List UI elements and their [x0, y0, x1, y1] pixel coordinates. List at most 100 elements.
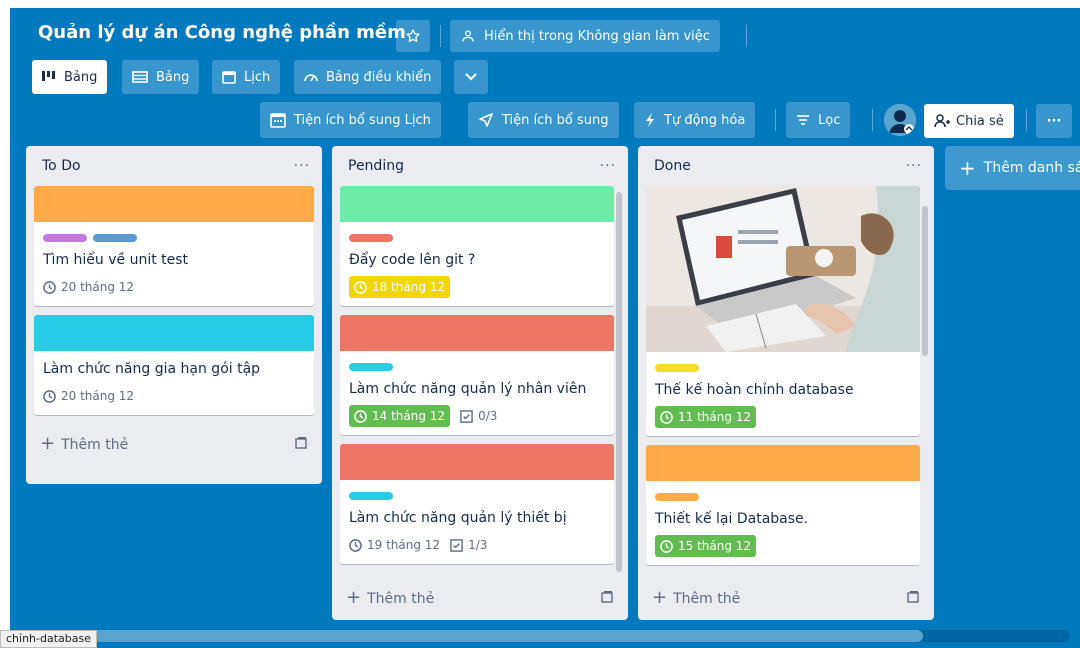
checklist-count: 0/3: [478, 409, 498, 423]
board-title[interactable]: Quản lý dự án Công nghệ phần mềm: [38, 22, 406, 43]
board: Quản lý dự án Công nghệ phần mềm Hiển th…: [10, 8, 1080, 648]
due-date-badge[interactable]: 19 tháng 12: [349, 534, 440, 556]
view-tab-table[interactable]: Bảng: [122, 60, 200, 94]
list-header[interactable]: Done ···: [638, 146, 934, 186]
card-label[interactable]: [43, 234, 87, 242]
view-tab-label: Lịch: [244, 69, 271, 85]
add-card-button[interactable]: + Thêm thẻ: [638, 578, 934, 616]
clock-icon: [43, 280, 56, 294]
card-title: Làm chức năng gia hạn gói tập: [43, 361, 261, 377]
add-card-label: Thêm thẻ: [673, 590, 741, 607]
card-label[interactable]: [93, 234, 137, 242]
star-icon: [406, 29, 420, 42]
view-tab-board[interactable]: Bảng: [32, 60, 108, 94]
powerups-label: Tiện ích bổ sung: [502, 112, 609, 128]
automation-button[interactable]: Tự động hóa: [634, 102, 756, 138]
card-label[interactable]: [349, 234, 393, 242]
card-template-icon[interactable]: [600, 590, 614, 604]
card-label[interactable]: [655, 364, 699, 372]
due-date-badge[interactable]: 20 tháng 12: [43, 276, 134, 298]
list-scrollbar[interactable]: [616, 192, 622, 572]
card-cover: [340, 444, 614, 480]
list-menu-icon[interactable]: ···: [294, 158, 310, 174]
list-title[interactable]: Pending: [348, 158, 404, 174]
card[interactable]: Thế kế hoàn chỉnh database 11 tháng 12: [646, 186, 920, 436]
checklist-badge: 1/3: [450, 534, 487, 556]
views-dropdown-button[interactable]: [454, 60, 488, 94]
view-tab-dashboard[interactable]: Bảng điều khiển: [294, 60, 442, 94]
automation-label: Tự động hóa: [664, 112, 746, 128]
card-label[interactable]: [349, 492, 393, 500]
view-tab-calendar[interactable]: Lịch: [212, 60, 281, 94]
card-template-icon[interactable]: [906, 590, 920, 604]
dashboard-icon: [304, 74, 318, 82]
filter-icon: [797, 115, 809, 125]
card-title: Tìm hiểu về unit test: [43, 252, 189, 268]
list-menu-icon[interactable]: ···: [906, 158, 922, 174]
plus-icon: +: [40, 432, 56, 454]
avatar[interactable]: [884, 104, 916, 136]
more-icon: ···: [1046, 113, 1062, 129]
visibility-button[interactable]: Hiển thị trong Không gian làm việc: [450, 20, 720, 52]
card[interactable]: Làm chức năng quản lý thiết bị 19 tháng …: [340, 444, 614, 564]
due-date-badge[interactable]: 11 tháng 12: [655, 406, 757, 428]
card[interactable]: Làm chức năng gia hạn gói tập 20 tháng 1…: [34, 315, 314, 415]
add-card-label: Thêm thẻ: [367, 590, 435, 607]
add-card-label: Thêm thẻ: [61, 436, 129, 453]
list-menu-icon[interactable]: ···: [600, 158, 616, 174]
clock-icon: [349, 538, 362, 552]
due-date-badge[interactable]: 20 tháng 12: [43, 385, 134, 407]
card-title: Thiết kế lại Database.: [655, 511, 809, 527]
board-scrollbar-thumb[interactable]: [10, 630, 923, 642]
powerups-button[interactable]: Tiện ích bổ sung: [468, 102, 619, 138]
clock-icon: [660, 539, 673, 553]
clock-icon: [354, 280, 367, 294]
calendar-powerup-button[interactable]: Tiện ích bổ sung Lịch: [260, 102, 441, 138]
clock-icon: [354, 409, 367, 423]
list-title[interactable]: Done: [654, 158, 691, 174]
card-label[interactable]: [655, 493, 699, 501]
rocket-icon: [479, 113, 493, 127]
due-date-text: 20 tháng 12: [61, 389, 135, 403]
list-pending: Pending ··· Đẩy code lên git ? 18 tháng …: [332, 146, 628, 620]
due-date-badge[interactable]: 14 tháng 12: [349, 405, 451, 427]
card-label[interactable]: [349, 363, 393, 371]
share-button[interactable]: Chia sẻ: [924, 104, 1014, 138]
due-date-badge[interactable]: 18 tháng 12: [349, 276, 451, 298]
view-tab-label: Bảng: [64, 69, 98, 85]
calendar-icon: [222, 71, 236, 84]
calendar-icon: [270, 113, 286, 128]
share-label: Chia sẻ: [956, 113, 1004, 129]
view-tab-label: Bảng: [156, 69, 190, 85]
plus-icon: +: [652, 586, 668, 608]
filter-button[interactable]: Lọc: [786, 102, 851, 138]
checklist-badge: 0/3: [460, 405, 497, 427]
table-icon: [132, 71, 148, 83]
list-scrollbar[interactable]: [922, 206, 928, 356]
view-tab-label: Bảng điều khiển: [326, 69, 432, 85]
due-date-text: 19 tháng 12: [367, 538, 441, 552]
add-card-button[interactable]: + Thêm thẻ: [332, 578, 628, 616]
due-date-badge[interactable]: 15 tháng 12: [655, 535, 757, 557]
card-cover: [340, 186, 614, 222]
card[interactable]: Làm chức năng quản lý nhân viên 14 tháng…: [340, 315, 614, 435]
card-template-icon[interactable]: [294, 436, 308, 450]
board-menu-button[interactable]: ···: [1036, 104, 1072, 138]
card-title: Làm chức năng quản lý thiết bị: [349, 510, 567, 526]
plus-icon: +: [346, 586, 362, 608]
add-list-button[interactable]: + Thêm danh sá: [945, 146, 1080, 190]
card-title: Thế kế hoàn chỉnh database: [655, 382, 854, 398]
list-header[interactable]: Pending ···: [332, 146, 628, 186]
add-member-icon: [934, 114, 950, 128]
due-date-text: 14 tháng 12: [372, 409, 446, 423]
list-done: Done ··· Thế kế hoàn chỉnh database 11 t…: [638, 146, 934, 620]
star-button[interactable]: [396, 20, 430, 52]
list-todo: To Do ··· Tìm hiểu về unit test 20 tháng…: [26, 146, 322, 484]
card[interactable]: Thiết kế lại Database. 15 tháng 12: [646, 445, 920, 565]
card-title: Đẩy code lên git ?: [349, 252, 476, 268]
card[interactable]: Tìm hiểu về unit test 20 tháng 12: [34, 186, 314, 306]
card[interactable]: Đẩy code lên git ? 18 tháng 12: [340, 186, 614, 306]
add-card-button[interactable]: + Thêm thẻ: [26, 424, 322, 462]
list-header[interactable]: To Do ···: [26, 146, 322, 186]
list-title[interactable]: To Do: [42, 158, 81, 174]
